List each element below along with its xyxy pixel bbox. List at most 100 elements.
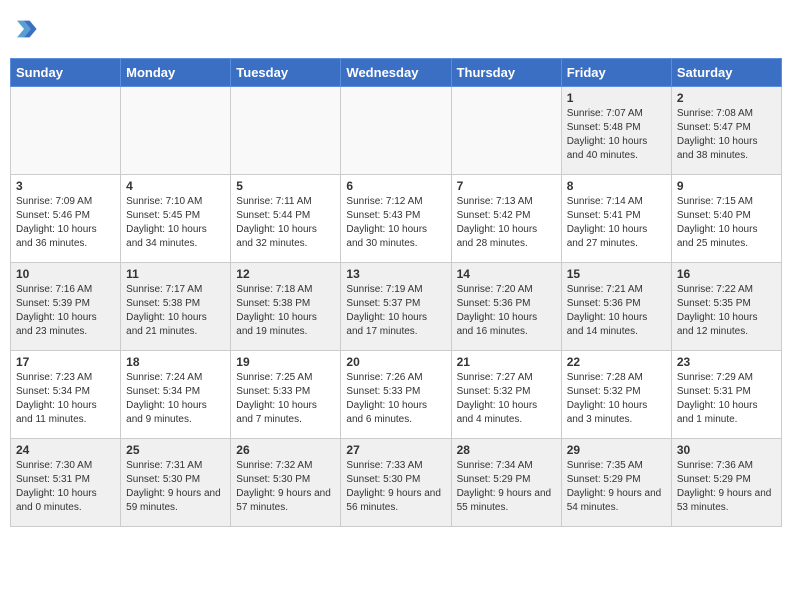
day-info: Sunrise: 7:27 AM Sunset: 5:32 PM Dayligh… (457, 371, 556, 427)
day-number: 15 (567, 267, 666, 281)
day-number: 24 (16, 443, 115, 457)
logo-icon (10, 15, 38, 43)
calendar-cell: 22 Sunrise: 7:28 AM Sunset: 5:32 PM Dayli… (561, 351, 671, 439)
day-info: Sunrise: 7:30 AM Sunset: 5:31 PM Dayligh… (16, 459, 115, 515)
day-number: 19 (236, 355, 335, 369)
day-info: Sunrise: 7:25 AM Sunset: 5:33 PM Dayligh… (236, 371, 335, 427)
weekday-header-sunday: Sunday (11, 59, 121, 87)
calendar-week-1: 1 Sunrise: 7:07 AM Sunset: 5:48 PM Daylig… (11, 87, 782, 175)
day-number: 11 (126, 267, 225, 281)
calendar-cell: 29Sunrise: 7:35 AM Sunset: 5:29 PM Dayli… (561, 439, 671, 527)
day-number: 2 (677, 91, 776, 105)
calendar-cell (231, 87, 341, 175)
calendar-cell: 7 Sunrise: 7:13 AM Sunset: 5:42 PM Daylig… (451, 175, 561, 263)
day-number: 23 (677, 355, 776, 369)
day-number: 13 (346, 267, 445, 281)
calendar-cell: 21 Sunrise: 7:27 AM Sunset: 5:32 PM Dayli… (451, 351, 561, 439)
day-info: Sunrise: 7:34 AM Sunset: 5:29 PM Dayligh… (457, 459, 556, 515)
day-info: Sunrise: 7:13 AM Sunset: 5:42 PM Dayligh… (457, 195, 556, 251)
calendar-cell: 2 Sunrise: 7:08 AM Sunset: 5:47 PM Daylig… (671, 87, 781, 175)
day-info: Sunrise: 7:23 AM Sunset: 5:34 PM Dayligh… (16, 371, 115, 427)
day-number: 6 (346, 179, 445, 193)
day-number: 20 (346, 355, 445, 369)
day-number: 26 (236, 443, 335, 457)
day-number: 27 (346, 443, 445, 457)
calendar-cell: 16 Sunrise: 7:22 AM Sunset: 5:35 PM Dayli… (671, 263, 781, 351)
day-info: Sunrise: 7:33 AM Sunset: 5:30 PM Dayligh… (346, 459, 445, 515)
calendar-cell: 30 Sunrise: 7:36 AM Sunset: 5:29 PM Dayli… (671, 439, 781, 527)
day-number: 4 (126, 179, 225, 193)
day-info: Sunrise: 7:20 AM Sunset: 5:36 PM Dayligh… (457, 283, 556, 339)
calendar-week-4: 17 Sunrise: 7:23 AM Sunset: 5:34 PM Dayli… (11, 351, 782, 439)
calendar-cell: 6 Sunrise: 7:12 AM Sunset: 5:43 PM Daylig… (341, 175, 451, 263)
day-number: 22 (567, 355, 666, 369)
day-info: Sunrise: 7:32 AM Sunset: 5:30 PM Dayligh… (236, 459, 335, 515)
day-info: Sunrise: 7:07 AM Sunset: 5:48 PM Dayligh… (567, 107, 666, 163)
day-number: 18 (126, 355, 225, 369)
calendar-week-3: 10 Sunrise: 7:16 AM Sunset: 5:39 PM Dayli… (11, 263, 782, 351)
day-info: Sunrise: 7:19 AM Sunset: 5:37 PM Dayligh… (346, 283, 445, 339)
day-info: Sunrise: 7:11 AM Sunset: 5:44 PM Dayligh… (236, 195, 335, 251)
day-number: 5 (236, 179, 335, 193)
calendar-cell: 3Sunrise: 7:09 AM Sunset: 5:46 PM Daylig… (11, 175, 121, 263)
calendar-week-5: 24 Sunrise: 7:30 AM Sunset: 5:31 PM Dayli… (11, 439, 782, 527)
calendar-cell: 15Sunrise: 7:21 AM Sunset: 5:36 PM Dayli… (561, 263, 671, 351)
page-header (10, 10, 782, 48)
day-info: Sunrise: 7:24 AM Sunset: 5:34 PM Dayligh… (126, 371, 225, 427)
calendar-cell: 11 Sunrise: 7:17 AM Sunset: 5:38 PM Dayli… (121, 263, 231, 351)
weekday-header-monday: Monday (121, 59, 231, 87)
calendar-cell: 8 Sunrise: 7:14 AM Sunset: 5:41 PM Daylig… (561, 175, 671, 263)
calendar-cell: 26 Sunrise: 7:32 AM Sunset: 5:30 PM Dayli… (231, 439, 341, 527)
calendar-week-2: 3Sunrise: 7:09 AM Sunset: 5:46 PM Daylig… (11, 175, 782, 263)
calendar-cell: 5 Sunrise: 7:11 AM Sunset: 5:44 PM Daylig… (231, 175, 341, 263)
day-number: 30 (677, 443, 776, 457)
calendar-cell: 9 Sunrise: 7:15 AM Sunset: 5:40 PM Daylig… (671, 175, 781, 263)
calendar-table: SundayMondayTuesdayWednesdayThursdayFrid… (10, 58, 782, 527)
day-info: Sunrise: 7:18 AM Sunset: 5:38 PM Dayligh… (236, 283, 335, 339)
day-info: Sunrise: 7:12 AM Sunset: 5:43 PM Dayligh… (346, 195, 445, 251)
day-info: Sunrise: 7:10 AM Sunset: 5:45 PM Dayligh… (126, 195, 225, 251)
day-number: 21 (457, 355, 556, 369)
calendar-cell (451, 87, 561, 175)
weekday-header-saturday: Saturday (671, 59, 781, 87)
calendar-cell: 28 Sunrise: 7:34 AM Sunset: 5:29 PM Dayli… (451, 439, 561, 527)
calendar-cell: 20 Sunrise: 7:26 AM Sunset: 5:33 PM Dayli… (341, 351, 451, 439)
day-info: Sunrise: 7:15 AM Sunset: 5:40 PM Dayligh… (677, 195, 776, 251)
calendar-cell: 1 Sunrise: 7:07 AM Sunset: 5:48 PM Daylig… (561, 87, 671, 175)
logo (10, 15, 40, 43)
day-number: 1 (567, 91, 666, 105)
day-number: 16 (677, 267, 776, 281)
day-number: 17 (16, 355, 115, 369)
calendar-cell: 18 Sunrise: 7:24 AM Sunset: 5:34 PM Dayli… (121, 351, 231, 439)
weekday-header-tuesday: Tuesday (231, 59, 341, 87)
day-number: 28 (457, 443, 556, 457)
calendar-cell (11, 87, 121, 175)
day-info: Sunrise: 7:22 AM Sunset: 5:35 PM Dayligh… (677, 283, 776, 339)
day-number: 25 (126, 443, 225, 457)
calendar-cell: 12 Sunrise: 7:18 AM Sunset: 5:38 PM Dayli… (231, 263, 341, 351)
weekday-header-wednesday: Wednesday (341, 59, 451, 87)
calendar-cell: 24 Sunrise: 7:30 AM Sunset: 5:31 PM Dayli… (11, 439, 121, 527)
day-info: Sunrise: 7:28 AM Sunset: 5:32 PM Dayligh… (567, 371, 666, 427)
day-number: 8 (567, 179, 666, 193)
calendar-cell (121, 87, 231, 175)
calendar-cell (341, 87, 451, 175)
calendar-cell: 10 Sunrise: 7:16 AM Sunset: 5:39 PM Dayli… (11, 263, 121, 351)
day-number: 14 (457, 267, 556, 281)
day-info: Sunrise: 7:17 AM Sunset: 5:38 PM Dayligh… (126, 283, 225, 339)
day-info: Sunrise: 7:16 AM Sunset: 5:39 PM Dayligh… (16, 283, 115, 339)
weekday-header-row: SundayMondayTuesdayWednesdayThursdayFrid… (11, 59, 782, 87)
calendar-cell: 14 Sunrise: 7:20 AM Sunset: 5:36 PM Dayli… (451, 263, 561, 351)
day-number: 12 (236, 267, 335, 281)
day-info: Sunrise: 7:08 AM Sunset: 5:47 PM Dayligh… (677, 107, 776, 163)
day-info: Sunrise: 7:14 AM Sunset: 5:41 PM Dayligh… (567, 195, 666, 251)
weekday-header-friday: Friday (561, 59, 671, 87)
day-info: Sunrise: 7:36 AM Sunset: 5:29 PM Dayligh… (677, 459, 776, 515)
day-info: Sunrise: 7:31 AM Sunset: 5:30 PM Dayligh… (126, 459, 225, 515)
day-info: Sunrise: 7:29 AM Sunset: 5:31 PM Dayligh… (677, 371, 776, 427)
day-info: Sunrise: 7:26 AM Sunset: 5:33 PM Dayligh… (346, 371, 445, 427)
day-number: 7 (457, 179, 556, 193)
day-number: 10 (16, 267, 115, 281)
calendar-cell: 4 Sunrise: 7:10 AM Sunset: 5:45 PM Daylig… (121, 175, 231, 263)
day-number: 9 (677, 179, 776, 193)
